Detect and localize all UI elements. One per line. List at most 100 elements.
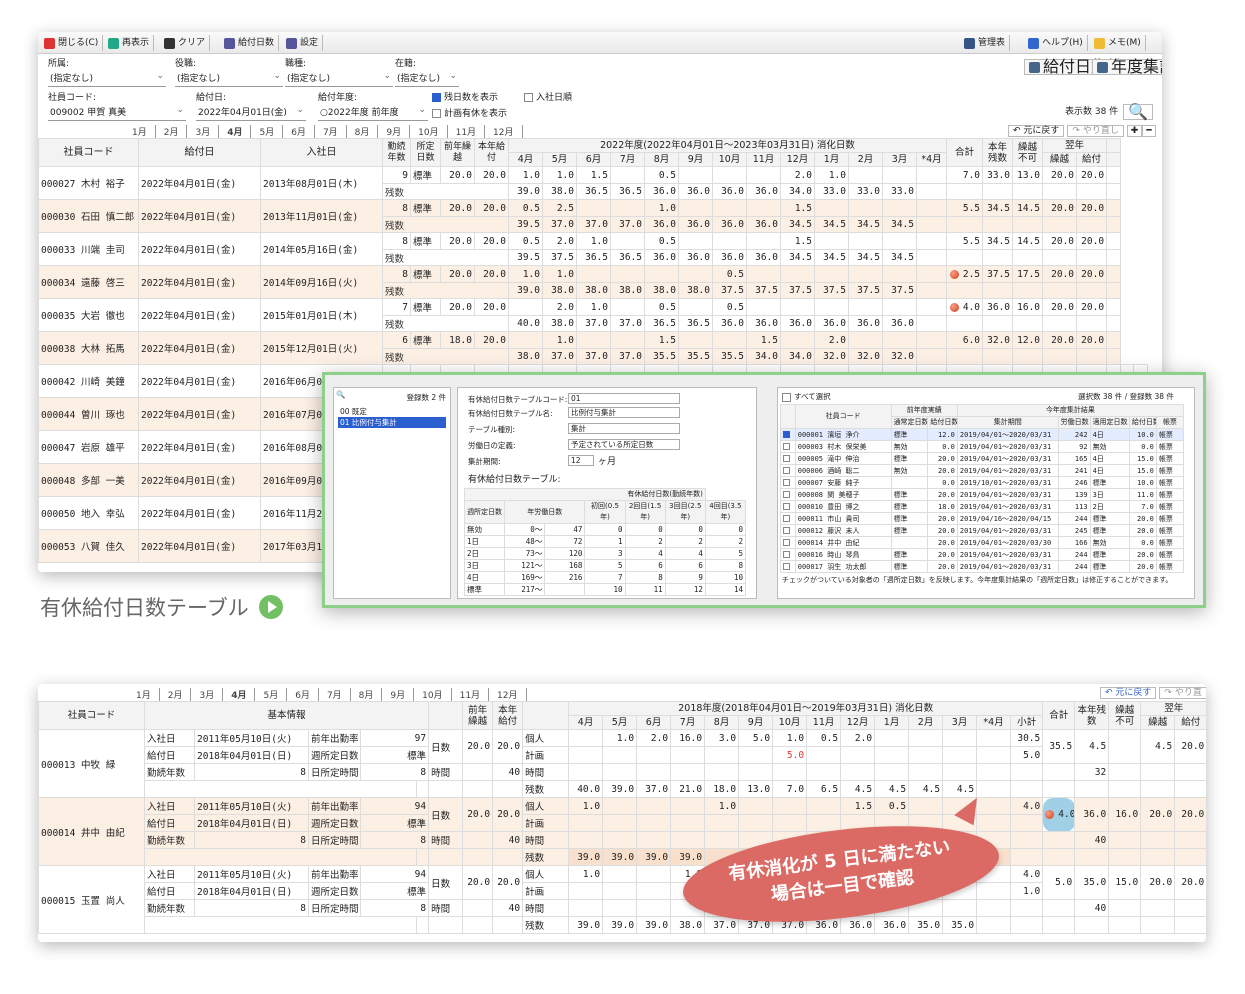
used-cell[interactable]: [780, 331, 815, 349]
opt2-checkbox[interactable]: 計画有休を表示: [432, 108, 507, 120]
month-cell[interactable]: 35.0: [942, 916, 978, 934]
month-cell[interactable]: 38.0: [670, 916, 706, 934]
employee-block[interactable]: 000013 中牧 緑入社日 2011年05月10日(火) 前年出勤率 97 日数 20.…: [38, 729, 1206, 798]
month-cell[interactable]: 39.0: [602, 916, 638, 934]
row-checkbox[interactable]: [783, 515, 790, 522]
month-cell[interactable]: 5.0: [772, 746, 808, 764]
month-cell[interactable]: 2.0: [636, 729, 672, 747]
table-row[interactable]: 000030 石田 慎二郎 2022年04月01日(金) 2013年11月01日(金…: [38, 199, 1148, 233]
month-tab[interactable]: 10月: [410, 125, 448, 138]
employee-row[interactable]: 000003 村木 保栄美 無効 0.0 2019/04/01～2020/03/31 9…: [780, 440, 1185, 453]
table-row[interactable]: 000038 大林 拓馬 2022年04月01日(金) 2015年12月01日(火)…: [38, 331, 1148, 365]
month-cell[interactable]: [602, 814, 638, 832]
month-tab[interactable]: 2月: [156, 125, 188, 138]
grant-table-row[interactable]: 無効 0～ 47 0 0 0 0: [463, 523, 747, 536]
employee-cell[interactable]: 帳票: [1155, 452, 1185, 465]
month-cell[interactable]: [670, 746, 706, 764]
redo-button[interactable]: ↷ やり直: [1159, 687, 1206, 699]
grant-table-row[interactable]: 標準 217～ 10 11 12 14: [463, 583, 747, 596]
employee-cell[interactable]: 帳票: [1155, 560, 1185, 573]
employee-cell[interactable]: 帳票: [1155, 440, 1185, 453]
month-cell[interactable]: 36.0: [840, 916, 876, 934]
toolbar-button-refresh[interactable]: 再表示: [104, 35, 155, 51]
month-cell[interactable]: [670, 763, 706, 781]
month-cell[interactable]: [636, 865, 672, 883]
employee-cell[interactable]: 帳票: [1155, 548, 1185, 561]
table-name-input[interactable]: 比例付与集計: [568, 407, 680, 418]
used-cell[interactable]: [882, 232, 917, 250]
table-code-select[interactable]: 01: [568, 393, 680, 404]
used-cell[interactable]: [814, 298, 849, 316]
month-cell[interactable]: [568, 882, 604, 900]
row-checkbox[interactable]: [783, 479, 790, 486]
month-cell[interactable]: [602, 865, 638, 883]
used-cell[interactable]: [508, 298, 543, 316]
month-cell[interactable]: 39.0: [636, 916, 672, 934]
month-tab[interactable]: 8月: [347, 125, 379, 138]
used-cell[interactable]: 1.0: [542, 265, 577, 283]
month-cell[interactable]: [772, 797, 808, 815]
month-cell[interactable]: [704, 763, 740, 781]
period-stepper[interactable]: 12: [568, 455, 594, 466]
used-cell[interactable]: [848, 166, 883, 184]
month-tab[interactable]: 10月: [414, 688, 452, 701]
month-cell[interactable]: [942, 729, 978, 747]
used-cell[interactable]: [746, 199, 781, 217]
used-cell[interactable]: [508, 331, 543, 349]
opt1-checkbox[interactable]: 残日数を表示: [432, 92, 498, 104]
employee-cell[interactable]: 帳票: [1155, 536, 1185, 549]
used-cell[interactable]: [678, 199, 713, 217]
toolbar-button-gear[interactable]: 給付日数: [220, 35, 280, 51]
grant-table-row[interactable]: 4日 169～ 216 7 8 9 10: [463, 571, 747, 584]
month-cell[interactable]: 37.0: [636, 780, 672, 798]
month-cell[interactable]: [602, 899, 638, 917]
month-cell[interactable]: [806, 746, 842, 764]
toolbar-button-help[interactable]: ヘルプ(H): [1024, 35, 1088, 51]
shokushu-select[interactable]: (指定なし): [285, 70, 393, 87]
month-cell[interactable]: [976, 899, 1012, 917]
month-cell[interactable]: 1.0: [602, 729, 638, 747]
used-cell[interactable]: [678, 166, 713, 184]
employee-row[interactable]: 000007 安藤 純子 0.0 2019/10/01～2020/03/31 246 標…: [780, 476, 1185, 489]
month-cell[interactable]: [704, 831, 740, 849]
used-cell[interactable]: 1.0: [508, 166, 543, 184]
used-cell[interactable]: [678, 265, 713, 283]
month-cell[interactable]: [942, 763, 978, 781]
used-cell[interactable]: 1.5: [576, 166, 611, 184]
month-cell[interactable]: 39.0: [568, 848, 604, 866]
table-list-item[interactable]: 00 既定: [338, 406, 446, 417]
month-cell[interactable]: [636, 797, 672, 815]
used-cell[interactable]: [610, 199, 645, 217]
month-cell[interactable]: 6.5: [806, 780, 842, 798]
month-cell[interactable]: 4.5: [908, 780, 944, 798]
undo-button[interactable]: ↶ 元に戻す: [1100, 687, 1157, 699]
month-cell[interactable]: [772, 814, 808, 832]
month-cell[interactable]: [704, 746, 740, 764]
used-cell[interactable]: [644, 265, 679, 283]
employee-cell[interactable]: 帳票: [1155, 512, 1185, 525]
used-cell[interactable]: 0.5: [644, 232, 679, 250]
month-cell[interactable]: [806, 763, 842, 781]
month-cell[interactable]: [908, 746, 944, 764]
used-cell[interactable]: 1.5: [780, 232, 815, 250]
month-tab[interactable]: 11月: [448, 125, 486, 138]
month-cell[interactable]: 3.0: [704, 729, 740, 747]
used-cell[interactable]: [712, 199, 747, 217]
month-cell[interactable]: 4.5: [840, 780, 876, 798]
shain-select[interactable]: 009002 甲賀 真美: [48, 104, 186, 121]
used-cell[interactable]: [746, 298, 781, 316]
used-cell[interactable]: [814, 232, 849, 250]
used-cell[interactable]: 1.0: [542, 331, 577, 349]
used-cell[interactable]: [678, 232, 713, 250]
employee-cell[interactable]: 帳票: [1155, 524, 1185, 537]
month-cell[interactable]: 4.5: [874, 780, 910, 798]
month-cell[interactable]: 1.0: [704, 797, 740, 815]
checkbox-box[interactable]: [432, 109, 441, 118]
used-cell[interactable]: 2.0: [814, 331, 849, 349]
used-cell[interactable]: [610, 265, 645, 283]
month-tab[interactable]: 9月: [382, 688, 415, 701]
month-cell[interactable]: [976, 729, 1012, 747]
month-tab[interactable]: 6月: [283, 125, 315, 138]
row-checkbox[interactable]: [783, 539, 790, 546]
month-cell[interactable]: 39.0: [602, 848, 638, 866]
